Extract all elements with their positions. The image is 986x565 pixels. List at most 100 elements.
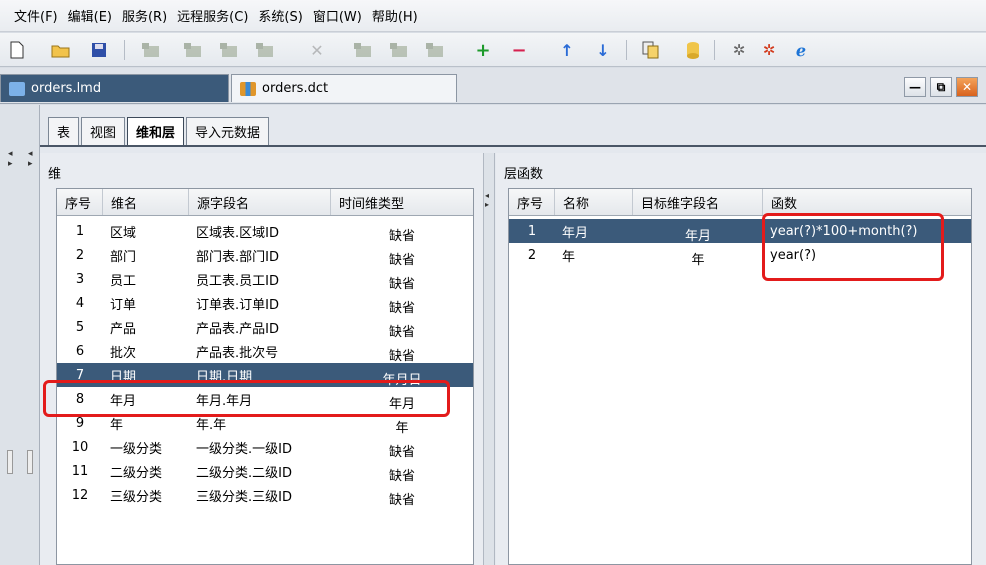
menu-file[interactable]: 文件(F): [14, 6, 58, 25]
cell-dimension-name: 区域: [110, 225, 137, 241]
dct-file-icon: [240, 81, 256, 96]
cell-source-field: 一级分类.一级ID: [196, 441, 292, 457]
cell-source-field: 订单表.订单ID: [196, 297, 279, 313]
column-header[interactable]: 名称: [555, 189, 633, 215]
close-button[interactable]: ✕: [956, 77, 978, 97]
column-header[interactable]: 时间维类型: [331, 189, 473, 215]
table-header: 序号 名称 目标维字段名 函数: [509, 189, 971, 216]
column-header[interactable]: 目标维字段名: [633, 189, 763, 215]
table-edit-icon[interactable]: [182, 39, 204, 61]
arrow-down-icon[interactable]: ↓: [592, 39, 614, 61]
tab-orders-dct[interactable]: orders.dct: [231, 74, 457, 102]
column-header[interactable]: 序号: [509, 189, 555, 215]
table-row[interactable]: 12 三级分类 三级分类.三级ID 缺省: [57, 483, 473, 508]
new-file-icon[interactable]: [6, 39, 28, 61]
cell-source-field: 产品表.产品ID: [196, 321, 279, 337]
tab-orders-lmd[interactable]: orders.lmd: [0, 74, 229, 102]
field-add-icon[interactable]: [352, 39, 374, 61]
minus-icon[interactable]: −: [508, 39, 530, 61]
column-header[interactable]: 序号: [57, 189, 103, 215]
table-delete-icon[interactable]: [218, 39, 240, 61]
document-tab-bar: orders.lmd orders.dct — ⧉ ✕: [0, 68, 986, 104]
cell-dimension-name: 部门: [110, 249, 137, 265]
cell-target-field: 年月: [684, 228, 711, 244]
table-row[interactable]: 5 产品 产品表.产品ID 缺省: [57, 315, 473, 340]
splitter-handle[interactable]: [7, 450, 13, 474]
cell-time-type: 缺省: [388, 348, 415, 364]
menu-service[interactable]: 服务(R): [122, 6, 167, 25]
highlight-box-date-row: [43, 380, 450, 417]
table-icon[interactable]: [254, 39, 276, 61]
table-row[interactable]: 1 区域 区域表.区域ID 缺省: [57, 219, 473, 244]
menu-help[interactable]: 帮助(H): [372, 6, 418, 25]
table-row[interactable]: 10 一级分类 一级分类.一级ID 缺省: [57, 435, 473, 460]
field-edit-icon[interactable]: [388, 39, 410, 61]
expand-arrows-icon[interactable]: ◂ ▸: [28, 149, 33, 169]
toolbar-separator: [626, 40, 627, 60]
database-icon[interactable]: [682, 39, 704, 61]
arrow-up-icon[interactable]: ↑: [556, 39, 578, 61]
tab-table[interactable]: 表: [48, 117, 80, 145]
browser-icon[interactable]: ℯ: [790, 39, 812, 61]
cell-name: 年月: [562, 225, 589, 241]
column-header[interactable]: 源字段名: [189, 189, 331, 215]
panel-divider[interactable]: ◂ ▸: [483, 153, 495, 565]
cell-index: 4: [75, 295, 85, 311]
cell-source-field: 区域表.区域ID: [196, 225, 279, 241]
cell-time-type: 缺省: [388, 324, 415, 340]
table-row[interactable]: 2 部门 部门表.部门ID 缺省: [57, 243, 473, 268]
cell-source-field: 产品表.批次号: [196, 345, 279, 361]
tab-label: orders.lmd: [31, 81, 102, 96]
menu-remote-service[interactable]: 远程服务(C): [177, 6, 248, 25]
restore-button[interactable]: ⧉: [930, 77, 952, 97]
table-add-icon[interactable]: [140, 39, 162, 61]
cell-source-field: 三级分类.三级ID: [196, 489, 292, 505]
cell-index: 2: [527, 247, 537, 263]
splitter-handle[interactable]: [27, 450, 33, 474]
open-folder-icon[interactable]: [50, 39, 72, 61]
delete-x-icon[interactable]: ✕: [306, 39, 328, 61]
table-row[interactable]: 6 批次 产品表.批次号 缺省: [57, 339, 473, 364]
tab-import-metadata[interactable]: 导入元数据: [186, 117, 270, 145]
lmd-file-icon: [9, 81, 25, 96]
inner-tab-bar: 表 视图 维和层 导入元数据: [48, 117, 271, 145]
expand-arrows-icon[interactable]: ◂ ▸: [8, 149, 13, 169]
menu-window[interactable]: 窗口(W): [313, 6, 362, 25]
save-icon[interactable]: [88, 39, 110, 61]
menu-system[interactable]: 系统(S): [258, 6, 302, 25]
column-header[interactable]: 函数: [763, 189, 971, 215]
cell-index: 11: [71, 463, 89, 479]
cell-time-type: 缺省: [388, 276, 415, 292]
menu-bar: 文件(F) 编辑(E) 服务(R) 远程服务(C) 系统(S) 窗口(W) 帮助…: [0, 0, 986, 32]
cell-source-field: 员工表.员工ID: [196, 273, 279, 289]
copy-icon[interactable]: [640, 39, 662, 61]
main-area: ◂ ▸ ◂ ▸ 表 视图 维和层 导入元数据 维 序号 维名 源字段名 时间维类型 …: [0, 105, 986, 565]
table-body: 1 区域 区域表.区域ID 缺省 2 部门 部门表.部门ID 缺省 3 员工 员工表.员工ID 缺省 4…: [57, 216, 473, 507]
cell-time-type: 缺省: [388, 444, 415, 460]
tab-dimension-layer[interactable]: 维和层: [127, 117, 185, 145]
cell-dimension-name: 订单: [110, 297, 137, 313]
minimize-button[interactable]: —: [904, 77, 926, 97]
toolbar: ✕ + − ↑ ↓ ✲ ✲ ℯ: [0, 33, 986, 67]
cell-name: 年: [562, 249, 576, 265]
field-delete-icon[interactable]: [424, 39, 446, 61]
tab-underline: [40, 145, 986, 147]
cell-index: 12: [71, 487, 89, 503]
tab-view[interactable]: 视图: [81, 117, 126, 145]
panel-title: 层函数: [504, 167, 544, 182]
table-row[interactable]: 11 二级分类 二级分类.二级ID 缺省: [57, 459, 473, 484]
menu-edit[interactable]: 编辑(E): [68, 6, 112, 25]
toolbar-separator: [714, 40, 715, 60]
table-row[interactable]: 3 员工 员工表.员工ID 缺省: [57, 267, 473, 292]
fish-icon[interactable]: ✲: [728, 39, 750, 61]
fish-red-icon[interactable]: ✲: [758, 39, 780, 61]
cell-index: 1: [75, 223, 85, 239]
column-header[interactable]: 维名: [103, 189, 189, 215]
cell-dimension-name: 三级分类: [110, 489, 163, 505]
plus-icon[interactable]: +: [472, 39, 494, 61]
cell-source-field: 二级分类.二级ID: [196, 465, 292, 481]
collapse-arrow-icon[interactable]: ◂ ▸: [485, 191, 489, 209]
table-row[interactable]: 4 订单 订单表.订单ID 缺省: [57, 291, 473, 316]
left-collapse-strip[interactable]: ◂ ▸ ◂ ▸: [0, 105, 40, 565]
cell-index: 3: [75, 271, 85, 287]
